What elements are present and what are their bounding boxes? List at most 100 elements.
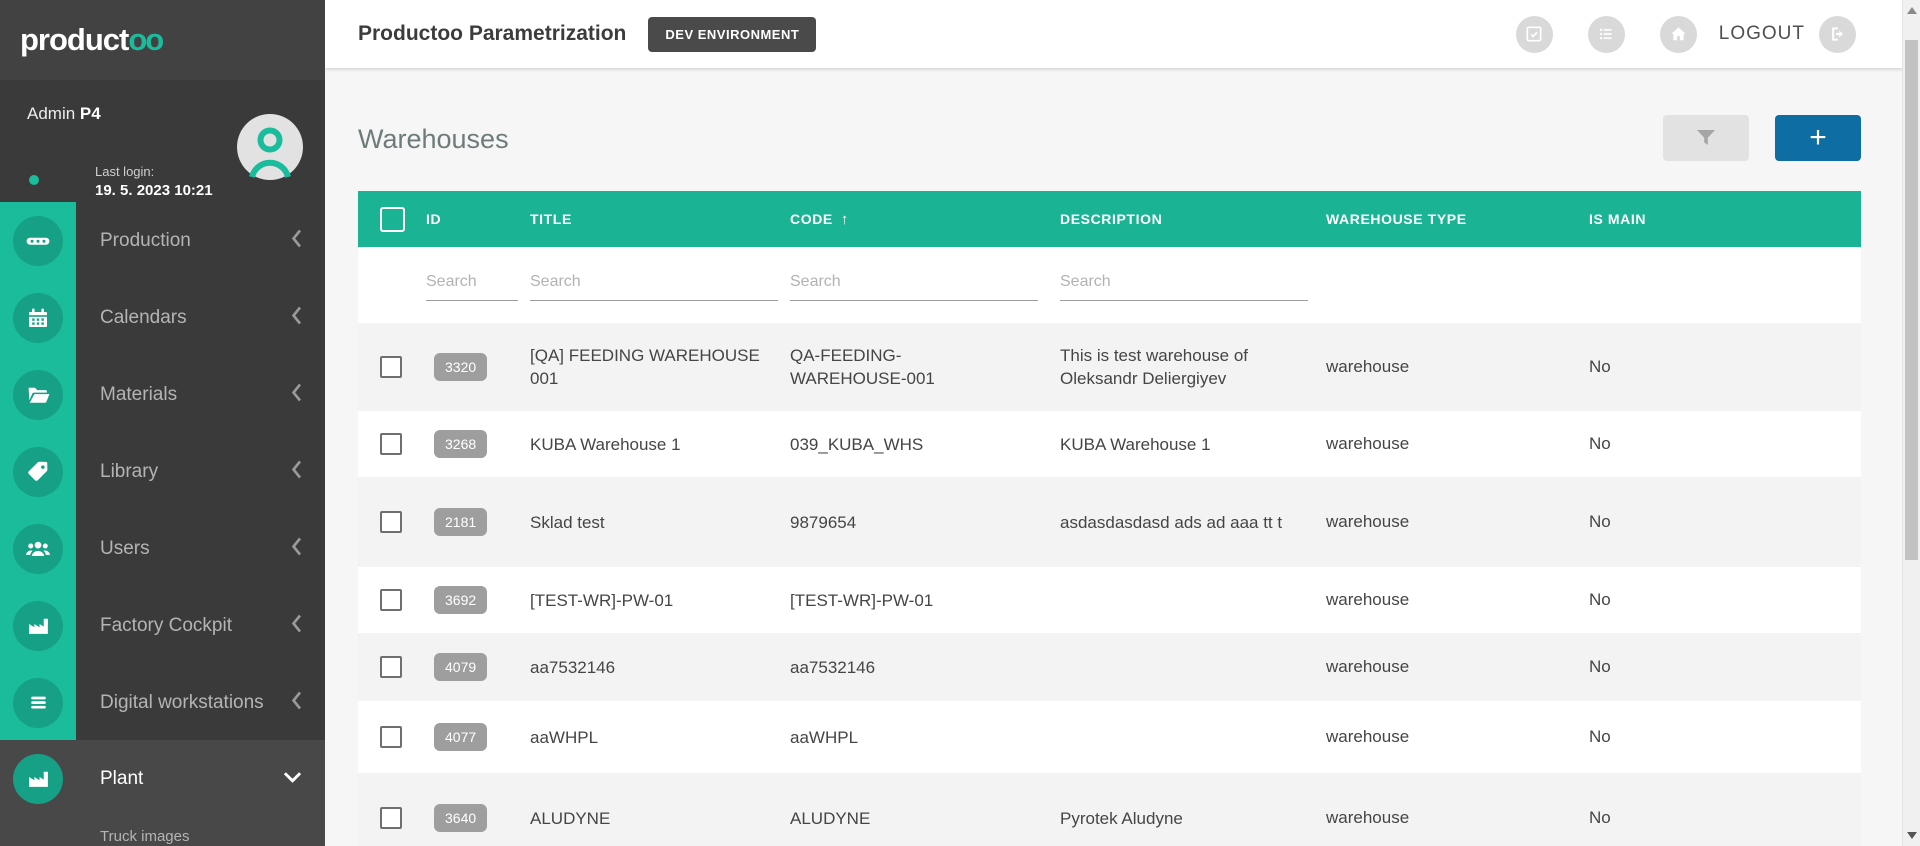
sidebar-item-library[interactable]: Library — [0, 433, 325, 510]
search-input-id[interactable] — [426, 269, 518, 301]
sidebar-item-label: Users — [100, 538, 150, 560]
cell-code: ALUDYNE — [790, 807, 870, 830]
warehouses-table: ID TITLE CODE↑ DESCRIPTION WAREHOUSE TYP… — [358, 191, 1861, 846]
cell-description: asdasdasdasd ads ad aaa tt t — [1060, 511, 1282, 534]
sidebar-item-label: Materials — [100, 384, 177, 406]
sidebar-item-label: Digital workstations — [100, 692, 264, 714]
chevron-left-icon — [291, 690, 302, 715]
user-name: Admin P4 — [27, 104, 101, 124]
topbar-actions: LOGOUT — [1516, 16, 1856, 53]
row-checkbox[interactable] — [380, 656, 402, 678]
funnel-icon — [1696, 129, 1716, 147]
sidebar-item-calendars[interactable]: Calendars — [0, 279, 325, 356]
cell-description: KUBA Warehouse 1 — [1060, 433, 1211, 456]
column-header-code[interactable]: CODE↑ — [790, 211, 1060, 228]
sidebar-item-users[interactable]: Users — [0, 510, 325, 587]
cell-description: This is test warehouse of Oleksandr Deli… — [1060, 344, 1284, 390]
cell-warehouse-type: warehouse — [1326, 727, 1589, 747]
id-badge: 4079 — [434, 653, 487, 681]
users-icon — [13, 524, 63, 574]
page-title: Warehouses — [358, 124, 509, 155]
cell-code: aaWHPL — [790, 726, 858, 749]
home-icon — [1668, 24, 1689, 45]
logout-button[interactable] — [1819, 16, 1856, 53]
row-checkbox[interactable] — [380, 433, 402, 455]
add-warehouse-button[interactable]: + — [1775, 115, 1861, 161]
cell-code: 039_KUBA_WHS — [790, 433, 923, 456]
sort-asc-icon: ↑ — [841, 211, 849, 228]
cell-warehouse-type: warehouse — [1326, 434, 1589, 454]
logout-label[interactable]: LOGOUT — [1719, 23, 1805, 45]
table-row[interactable]: 3268 KUBA Warehouse 1 039_KUBA_WHS KUBA … — [358, 411, 1861, 477]
column-header-description[interactable]: DESCRIPTION — [1060, 211, 1326, 227]
logo-text: product — [20, 22, 128, 57]
cell-code: 9879654 — [790, 511, 856, 534]
cell-is-main: No — [1589, 727, 1861, 747]
chevron-left-icon — [291, 382, 302, 407]
row-checkbox[interactable] — [380, 726, 402, 748]
user-icon — [237, 114, 303, 180]
id-badge: 3320 — [434, 353, 487, 381]
cell-warehouse-type: warehouse — [1326, 590, 1589, 610]
row-checkbox[interactable] — [380, 511, 402, 533]
productoo-logo[interactable]: productoo — [20, 22, 162, 58]
calendar-icon — [13, 293, 63, 343]
column-header-is-main[interactable]: IS MAIN — [1589, 211, 1861, 227]
cell-warehouse-type: warehouse — [1326, 657, 1589, 677]
sidebar-subitem-truck-images[interactable]: Truck images — [100, 828, 189, 845]
sidebar-item-label: Calendars — [100, 307, 187, 329]
factory-icon — [13, 754, 63, 804]
table-row[interactable]: 3320 [QA] FEEDING WAREHOUSE 001 QA-FEEDI… — [358, 323, 1861, 411]
sidebar-item-materials[interactable]: Materials — [0, 356, 325, 433]
home-button[interactable] — [1660, 16, 1697, 53]
cell-code: [TEST-WR]-PW-01 — [790, 589, 933, 612]
chevron-left-icon — [291, 305, 302, 330]
column-header-warehouse-type[interactable]: WAREHOUSE TYPE — [1326, 211, 1589, 227]
select-all-checkbox[interactable] — [380, 207, 405, 232]
table-row[interactable]: 3692 [TEST-WR]-PW-01 [TEST-WR]-PW-01 war… — [358, 567, 1861, 633]
id-badge: 2181 — [434, 508, 487, 536]
column-header-id[interactable]: ID — [426, 211, 530, 227]
chevron-left-icon — [291, 459, 302, 484]
user-block: Admin P4 Last login: 19. 5. 2023 10:21 — [0, 80, 325, 202]
table-row[interactable]: 4077 aaWHPL aaWHPL warehouse No — [358, 701, 1861, 773]
chevron-down-icon — [283, 770, 302, 788]
tasks-button[interactable] — [1516, 16, 1553, 53]
search-input-title[interactable] — [530, 269, 778, 301]
sidebar-item-factory-cockpit[interactable]: Factory Cockpit — [0, 587, 325, 664]
sidebar-section-plant: Plant Truck images — [0, 740, 325, 846]
chevron-left-icon — [291, 613, 302, 638]
scroll-up-icon[interactable] — [1907, 7, 1917, 14]
row-checkbox[interactable] — [380, 356, 402, 378]
cell-warehouse-type: warehouse — [1326, 357, 1589, 377]
cell-is-main: No — [1589, 512, 1861, 532]
cell-title: aaWHPL — [530, 726, 598, 749]
row-checkbox[interactable] — [380, 807, 402, 829]
cell-code: aa7532146 — [790, 656, 875, 679]
topbar: Productoo Parametrization DEV ENVIRONMEN… — [325, 0, 1920, 68]
sidebar-item-production[interactable]: Production — [0, 202, 325, 279]
sidebar-item-plant[interactable]: Plant — [0, 740, 325, 817]
sidebar-item-digital-workstations[interactable]: Digital workstations — [0, 664, 325, 741]
cell-title: Sklad test — [530, 511, 605, 534]
sidebar: productoo Admin P4 Last login: 19. 5. 20… — [0, 0, 325, 846]
filter-button[interactable] — [1663, 115, 1749, 161]
cell-is-main: No — [1589, 808, 1861, 828]
search-input-code[interactable] — [790, 269, 1038, 301]
table-row[interactable]: 3640 ALUDYNE ALUDYNE Pyrotek Aludyne war… — [358, 773, 1861, 846]
scrollbar[interactable] — [1902, 0, 1920, 846]
cell-warehouse-type: warehouse — [1326, 808, 1589, 828]
chevron-left-icon — [291, 536, 302, 561]
scroll-down-icon[interactable] — [1907, 832, 1917, 839]
scrollbar-thumb[interactable] — [1905, 40, 1918, 560]
row-checkbox[interactable] — [380, 589, 402, 611]
list-button[interactable] — [1588, 16, 1625, 53]
table-row[interactable]: 2181 Sklad test 9879654 asdasdasdasd ads… — [358, 477, 1861, 567]
column-header-title[interactable]: TITLE — [530, 211, 790, 227]
check-square-icon — [1524, 24, 1544, 44]
table-row[interactable]: 4079 aa7532146 aa7532146 warehouse No — [358, 633, 1861, 701]
search-input-description[interactable] — [1060, 269, 1308, 301]
list-icon — [1596, 24, 1616, 44]
avatar[interactable] — [237, 114, 303, 180]
sidebar-item-label: Production — [100, 230, 191, 252]
